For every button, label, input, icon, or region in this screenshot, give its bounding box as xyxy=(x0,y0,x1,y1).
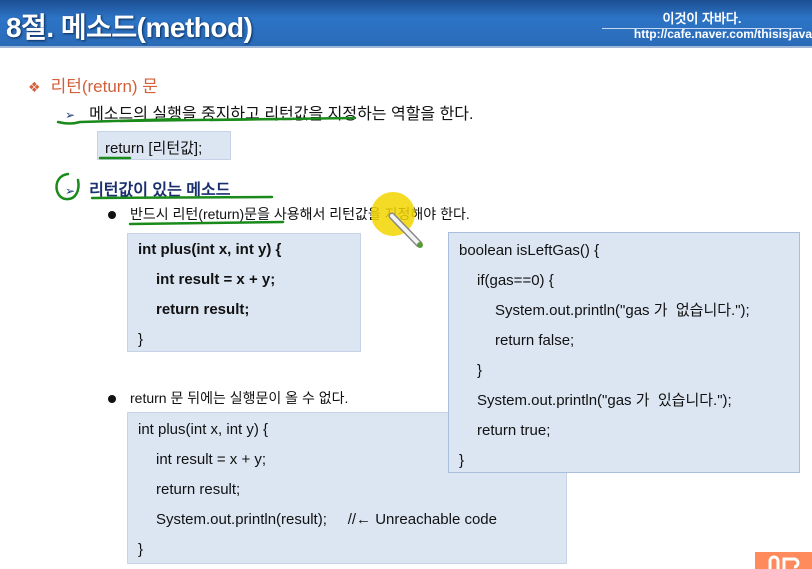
annotation-underline xyxy=(128,220,285,226)
annotation-underline xyxy=(208,116,357,122)
annotation-underline xyxy=(90,195,274,200)
annotation-circle xyxy=(55,172,80,201)
annotation-layer xyxy=(55,116,812,569)
